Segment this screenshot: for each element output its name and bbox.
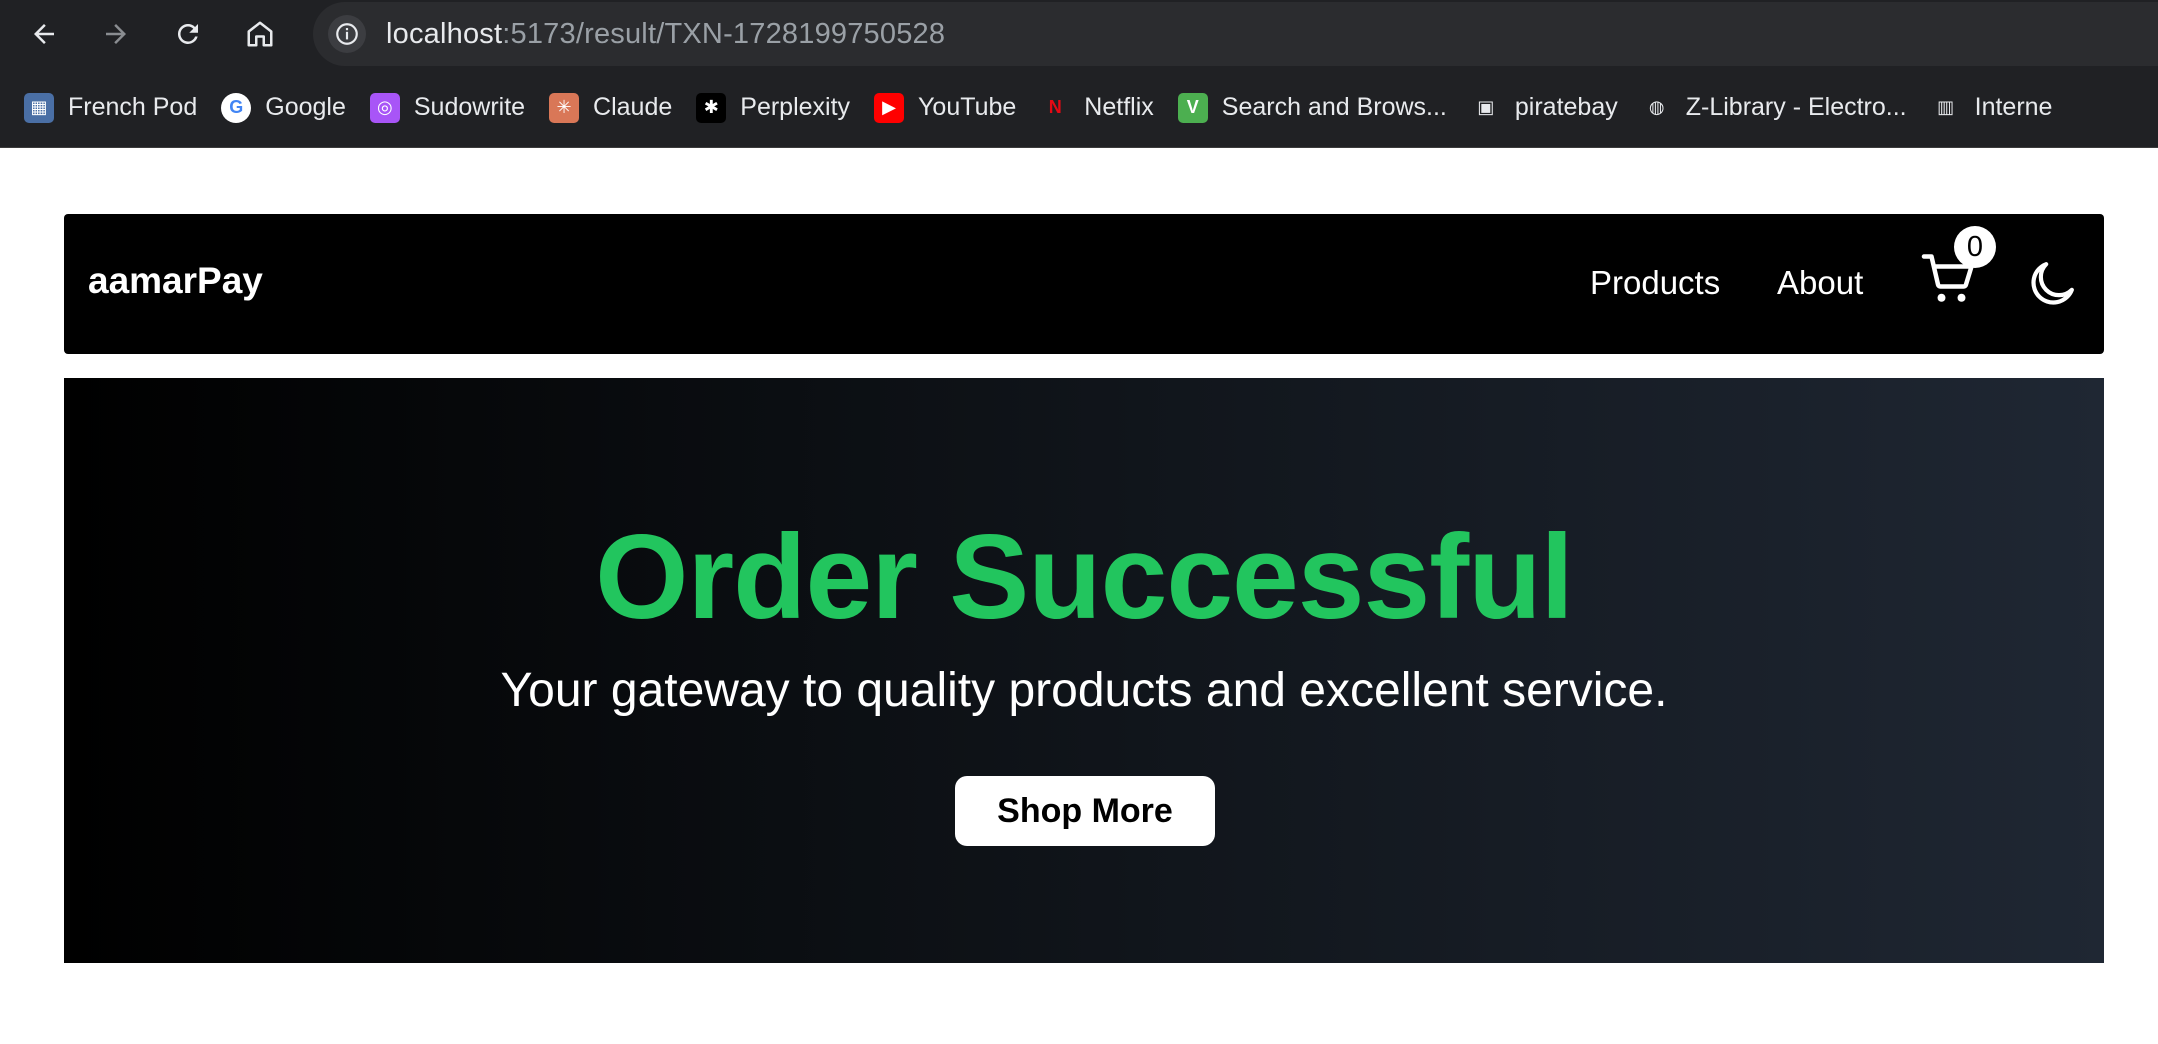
bookmark-item[interactable]: ◍ Z-Library - Electro...: [1642, 93, 1907, 123]
address-bar[interactable]: localhost:5173/result/TXN-1728199750528: [313, 2, 2158, 66]
url-host: localhost: [386, 17, 503, 50]
bookmark-item[interactable]: V Search and Brows...: [1177, 92, 1447, 123]
moon-icon: [2031, 262, 2074, 305]
perplexity-icon: ✱: [696, 92, 727, 123]
bookmark-item[interactable]: ▣ piratebay: [1471, 93, 1618, 123]
arrow-right-icon: [106, 24, 126, 44]
url-path: :5173/result/TXN-1728199750528: [502, 17, 946, 50]
bookmark-label: Perplexity: [740, 93, 851, 121]
bookmark-label: Search and Brows...: [1221, 93, 1447, 121]
home-icon: [247, 21, 273, 47]
cart-count-badge: 0: [1954, 226, 1996, 268]
hero-title: Order Successful: [595, 510, 1574, 644]
url-text: localhost:5173/result/TXN-1728199750528: [386, 18, 945, 51]
sudowrite-icon: ◎: [369, 92, 400, 123]
google-icon: G: [221, 92, 252, 123]
french-pod-icon: ▦: [24, 92, 54, 123]
bookmarks-bar: ▦ French Pod G Google ◎ Sudowrite ✳ Claude ✱ Perp…: [0, 68, 2158, 148]
piratebay-icon: ▣: [1477, 97, 1495, 117]
youtube-icon: ▶: [874, 92, 905, 123]
arrow-left-icon: [34, 24, 54, 44]
site-info-icon[interactable]: [328, 15, 366, 53]
bookmark-label: Interne: [1974, 93, 2053, 121]
bookmark-item[interactable]: ▥ Interne: [1931, 93, 2053, 123]
bookmark-label: Netflix: [1084, 93, 1154, 121]
bookmark-item[interactable]: ◎ Sudowrite: [369, 92, 526, 123]
browser-toolbar: localhost:5173/result/TXN-1728199750528: [0, 0, 2158, 68]
netflix-icon: N: [1048, 97, 1062, 117]
bookmark-label: Z-Library - Electro...: [1685, 93, 1907, 121]
hero-section: Order Successful Your gateway to quality…: [64, 378, 2104, 963]
reload-button[interactable]: [168, 14, 208, 54]
bookmark-label: piratebay: [1514, 93, 1618, 121]
nav-link-products[interactable]: Products: [1590, 264, 1720, 302]
bookmark-item[interactable]: ▦ French Pod: [24, 92, 198, 123]
bookmark-item[interactable]: ▶ YouTube: [874, 92, 1017, 123]
site-navbar: aamarPay Products About 0: [64, 214, 2104, 354]
reload-icon: [177, 23, 198, 44]
bookmark-item[interactable]: ✳ Claude: [549, 92, 673, 123]
bookmark-label: French Pod: [68, 93, 198, 121]
bookmark-label: YouTube: [918, 93, 1017, 121]
bookmark-label: Claude: [593, 93, 673, 121]
claude-icon: ✳: [549, 92, 580, 123]
globe-icon: ◍: [1648, 97, 1665, 117]
archive-icon: ▥: [1937, 97, 1955, 117]
hero-subtitle: Your gateway to quality products and exc…: [500, 664, 1668, 717]
theme-toggle-button[interactable]: [2024, 256, 2080, 312]
nav-link-about[interactable]: About: [1777, 264, 1863, 302]
forward-button[interactable]: [96, 14, 136, 54]
brand-logo[interactable]: aamarPay: [88, 260, 263, 302]
vts-icon: V: [1177, 92, 1208, 123]
bookmark-item[interactable]: ✱ Perplexity: [696, 92, 851, 123]
bookmark-item[interactable]: G Google: [221, 92, 346, 123]
bookmark-label: Sudowrite: [413, 93, 526, 121]
bookmark-item[interactable]: N Netflix: [1040, 93, 1154, 123]
shop-more-button[interactable]: Shop More: [955, 776, 1215, 846]
home-button[interactable]: [240, 14, 280, 54]
bookmark-label: Google: [265, 93, 346, 121]
back-button[interactable]: [24, 14, 64, 54]
